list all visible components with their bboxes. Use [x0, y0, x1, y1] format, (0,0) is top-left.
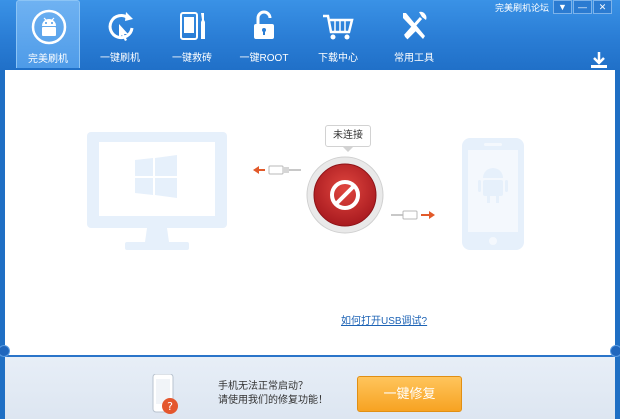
repair-prompt-line2: 请使用我们的修复功能！: [218, 395, 328, 406]
android-icon: [31, 9, 67, 45]
phone-help-icon: ?: [152, 374, 178, 414]
close-button[interactable]: ✕: [593, 0, 612, 14]
computer-monitor-icon: [87, 132, 227, 250]
one-click-flash-icon: [108, 12, 134, 41]
tab-label: 完美刷机: [28, 54, 68, 65]
phone-device-icon: [462, 138, 524, 250]
repair-prompt: 手机无法正常启动？ 请使用我们的修复功能！: [218, 380, 328, 408]
badge-pointer: [342, 146, 354, 152]
tab-perfect-flash[interactable]: 完美刷机: [16, 0, 80, 68]
tab-label: 常用工具: [394, 53, 434, 64]
tab-one-click-flash[interactable]: 一键刷机: [88, 0, 152, 68]
connection-panel: 未连接 如何打开USB调试?: [5, 70, 615, 355]
tab-label: 一键刷机: [100, 53, 140, 64]
tab-one-click-root[interactable]: 一键ROOT: [232, 0, 296, 68]
usb-debugging-help-link[interactable]: 如何打开USB调试?: [341, 312, 427, 327]
disconnected-icon: [306, 156, 384, 234]
tab-download-center[interactable]: 下载中心: [306, 0, 370, 68]
unbrick-tools-icon: [180, 12, 205, 40]
download-icon[interactable]: [588, 50, 610, 70]
svg-text:?: ?: [167, 400, 173, 413]
minimize-button[interactable]: —: [573, 0, 592, 14]
repair-bar: ? 手机无法正常启动？ 请使用我们的修复功能！ 一键修复: [5, 357, 615, 419]
status-badge: 未连接: [325, 125, 371, 147]
dropdown-menu-button[interactable]: ▼: [553, 0, 572, 14]
tab-label: 一键ROOT: [239, 53, 289, 64]
tab-common-tools[interactable]: 常用工具: [382, 0, 446, 68]
tab-unbrick[interactable]: 一键救砖: [160, 0, 224, 68]
shopping-cart-icon: [323, 14, 354, 40]
divider-right-knob: [610, 345, 620, 357]
forum-link[interactable]: 完美刷机论坛: [495, 1, 549, 14]
usb-plug-left-icon: [253, 165, 301, 175]
tools-icon: [403, 11, 427, 40]
repair-prompt-line1: 手机无法正常启动？: [218, 381, 308, 392]
one-click-repair-button[interactable]: 一键修复: [357, 376, 462, 412]
tab-label: 一键救砖: [172, 53, 212, 64]
usb-plug-right-icon: [391, 210, 435, 220]
top-nav-bar: 完美刷机 一键刷机 一键救砖 一键ROOT 下载中心 常用工具 完美刷机论坛 ▼…: [0, 0, 620, 70]
tab-label: 下载中心: [318, 53, 358, 64]
unlock-icon: [254, 10, 274, 39]
